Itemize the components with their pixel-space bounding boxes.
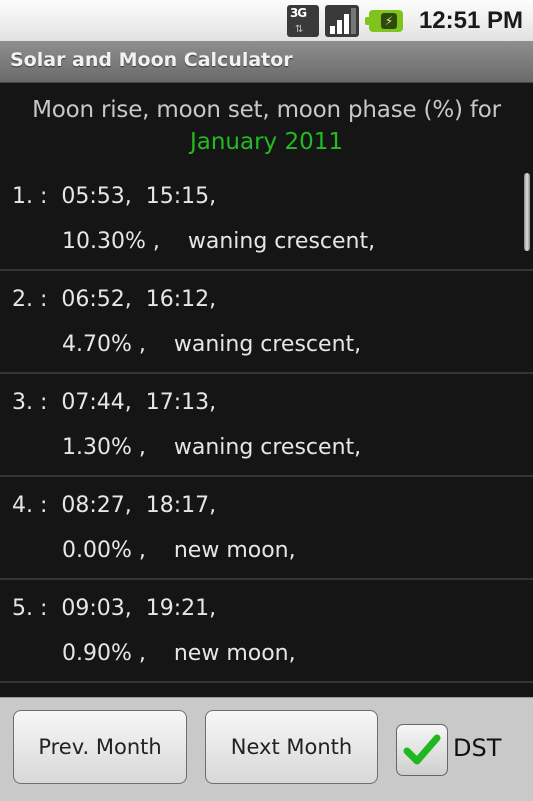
list-description: Moon rise, moon set, moon phase (%) for	[32, 97, 501, 123]
entry-times: 3. : 07:44, 17:13,	[12, 390, 217, 415]
list-item[interactable]: 5. : 09:03, 19:21, 0.90% , new moon,	[0, 580, 533, 683]
entry-phase: 4.70% , waning crescent,	[62, 332, 362, 357]
entry-times: 5. : 09:03, 19:21,	[12, 596, 217, 621]
app-title: Solar and Moon Calculator	[10, 49, 293, 71]
entry-times: 1. : 05:53, 15:15,	[12, 184, 217, 209]
list-item[interactable]: 2. : 06:52, 16:12, 4.70% , waning cresce…	[0, 271, 533, 374]
moon-entries-list[interactable]: 1. : 05:53, 15:15, 10.30% , waning cresc…	[0, 168, 533, 683]
list-item[interactable]: 3. : 07:44, 17:13, 1.30% , waning cresce…	[0, 374, 533, 477]
moon-list-view[interactable]: Moon rise, moon set, moon phase (%) for …	[0, 83, 533, 697]
network-type-label: 3G	[289, 6, 307, 20]
current-month: January 2011	[189, 129, 344, 155]
entry-phase: 1.30% , waning crescent,	[62, 435, 362, 460]
next-month-button[interactable]: Next Month	[205, 710, 378, 784]
checkmark-icon	[403, 734, 441, 765]
list-scrollbar[interactable]	[524, 173, 530, 251]
signal-strength-icon	[324, 5, 359, 37]
charging-bolt-icon: ⚡	[380, 13, 397, 29]
entry-phase: 0.00% , new moon,	[62, 538, 296, 563]
status-clock: 12:51 PM	[418, 7, 523, 34]
entry-times: 2. : 06:52, 16:12,	[12, 287, 217, 312]
3g-data-icon: 3G ⇅	[286, 5, 319, 37]
prev-month-button[interactable]: Prev. Month	[13, 710, 187, 784]
data-arrows-icon: ⇅	[294, 24, 304, 35]
app-title-bar: Solar and Moon Calculator	[0, 41, 533, 83]
dst-checkbox[interactable]	[396, 724, 448, 776]
list-item[interactable]: 1. : 05:53, 15:15, 10.30% , waning cresc…	[0, 168, 533, 271]
list-item[interactable]: 4. : 08:27, 18:17, 0.00% , new moon,	[0, 477, 533, 580]
entry-times: 4. : 08:27, 18:17,	[12, 493, 217, 518]
navigation-bar: Prev. Month Next Month DST	[0, 697, 533, 801]
status-bar: 3G ⇅ ⚡ 12:51 PM	[0, 0, 533, 41]
battery-charging-icon: ⚡	[364, 10, 403, 32]
dst-label[interactable]: DST	[453, 734, 501, 762]
entry-phase: 0.90% , new moon,	[62, 641, 296, 666]
entry-phase: 10.30% , waning crescent,	[62, 229, 376, 254]
